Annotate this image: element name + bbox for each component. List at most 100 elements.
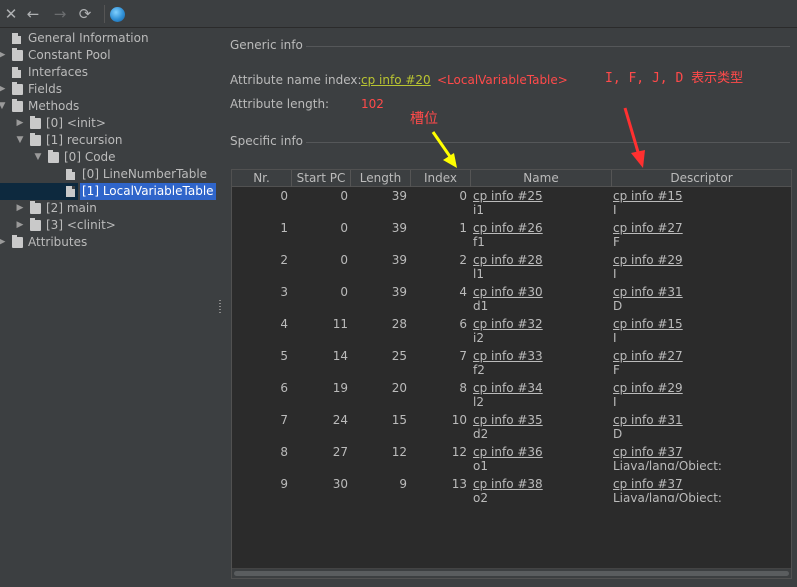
cell-start: 30 xyxy=(332,477,348,491)
cell-start: 14 xyxy=(332,349,348,363)
column-header-index[interactable]: Index xyxy=(411,170,471,187)
cell-index: 4 xyxy=(459,285,467,299)
refresh-icon[interactable]: ⟳ xyxy=(76,5,94,23)
tree-item[interactable]: ▶ [0] <init> xyxy=(0,115,218,132)
generic-info-title: Generic info xyxy=(230,38,303,52)
cell-index: 10 xyxy=(451,413,467,427)
descriptor-cp-link[interactable]: cp info #27 xyxy=(613,220,683,236)
name-cp-link[interactable]: cp info #32 xyxy=(473,316,543,332)
folder-icon xyxy=(12,99,23,112)
tree-item-label: [2] main xyxy=(46,201,97,215)
name-cp-link[interactable]: cp info #36 xyxy=(473,444,543,460)
local-variable-table: Nr. Start PC Length Index Name Descripto… xyxy=(231,169,792,579)
descriptor-cp-link[interactable]: cp info #15 xyxy=(613,188,683,204)
table-header: Nr. Start PC Length Index Name Descripto… xyxy=(232,170,791,187)
expand-right-icon[interactable]: ▶ xyxy=(0,234,7,251)
column-header-start-pc[interactable]: Start PC xyxy=(292,170,351,187)
attribute-name-value: <LocalVariableTable> xyxy=(437,73,568,87)
name-cp-link[interactable]: cp info #38 xyxy=(473,476,543,492)
types-arrow xyxy=(623,107,645,168)
tree-item[interactable]: ▶ Constant Pool xyxy=(0,47,218,64)
descriptor-cp-link[interactable]: cp info #15 xyxy=(613,316,683,332)
cell-index: 6 xyxy=(459,317,467,331)
cell-length: 28 xyxy=(391,317,407,331)
tree-item-label: [1] recursion xyxy=(46,133,123,147)
name-value: d1 xyxy=(473,300,489,310)
attribute-name-index-link[interactable]: cp info #20 xyxy=(361,73,431,87)
cell-length: 25 xyxy=(391,349,407,363)
slot-arrow xyxy=(431,131,457,168)
tree-item[interactable]: ▼ Methods xyxy=(0,98,218,115)
expand-right-icon[interactable]: ▶ xyxy=(15,115,25,132)
expand-down-icon[interactable]: ▼ xyxy=(15,132,25,149)
expand-right-icon[interactable]: ▶ xyxy=(15,217,25,234)
descriptor-cp-link[interactable]: cp info #31 xyxy=(613,412,683,428)
expand-down-icon[interactable]: ▼ xyxy=(0,98,7,115)
tree-item[interactable]: Interfaces xyxy=(0,64,218,81)
tree-item[interactable]: [0] LineNumberTable xyxy=(0,166,218,183)
name-cp-link[interactable]: cp info #30 xyxy=(473,284,543,300)
name-cp-link[interactable]: cp info #34 xyxy=(473,380,543,396)
cell-nr: 8 xyxy=(280,445,288,459)
file-icon xyxy=(66,186,75,197)
tree-item[interactable]: ▶ [3] <clinit> xyxy=(0,217,218,234)
scrollbar-thumb[interactable] xyxy=(234,571,789,576)
descriptor-cp-link[interactable]: cp info #29 xyxy=(613,252,683,268)
cell-index: 2 xyxy=(459,253,467,267)
folder-icon xyxy=(12,235,23,248)
forward-arrow-icon[interactable]: → xyxy=(51,5,69,23)
cell-nr: 9 xyxy=(280,477,288,491)
expand-right-icon[interactable]: ▶ xyxy=(0,81,7,98)
tree-item[interactable]: ▶ Fields xyxy=(0,81,218,98)
name-cp-link[interactable]: cp info #25 xyxy=(473,188,543,204)
descriptor-cp-link[interactable]: cp info #37 xyxy=(613,444,683,460)
name-cp-link[interactable]: cp info #26 xyxy=(473,220,543,236)
descriptor-value: J xyxy=(613,396,617,406)
attribute-length-value: 102 xyxy=(361,97,384,111)
descriptor-value: Ljava/lang/Object; xyxy=(613,492,722,502)
column-header-descriptor[interactable]: Descriptor xyxy=(612,170,791,187)
tree-item[interactable]: ▶ Attributes xyxy=(0,234,218,251)
tree-item[interactable]: ▼ [1] recursion xyxy=(0,132,218,149)
cell-start: 0 xyxy=(340,221,348,235)
expand-right-icon[interactable]: ▶ xyxy=(0,47,7,64)
tree-item[interactable]: ▶ [2] main xyxy=(0,200,218,217)
folder-icon xyxy=(12,48,23,61)
column-header-name[interactable]: Name xyxy=(471,170,612,187)
close-icon[interactable]: ✕ xyxy=(2,5,20,23)
name-cp-link[interactable]: cp info #35 xyxy=(473,412,543,428)
name-cp-link[interactable]: cp info #28 xyxy=(473,252,543,268)
name-value: l2 xyxy=(473,396,484,406)
folder-icon xyxy=(48,150,59,163)
file-icon xyxy=(12,33,21,44)
descriptor-cp-link[interactable]: cp info #29 xyxy=(613,380,683,396)
attribute-length-label: Attribute length: xyxy=(230,97,330,111)
divider xyxy=(306,142,790,143)
back-arrow-icon[interactable]: ← xyxy=(24,5,42,23)
name-value: f2 xyxy=(473,364,485,374)
tree-item[interactable]: ▼ [0] Code xyxy=(0,149,218,166)
globe-icon[interactable] xyxy=(110,7,125,22)
splitter-grip-icon[interactable] xyxy=(219,300,221,314)
cell-length: 39 xyxy=(391,285,407,299)
cell-index: 1 xyxy=(459,221,467,235)
cell-start: 19 xyxy=(332,381,348,395)
cell-nr: 1 xyxy=(280,221,288,235)
column-header-nr[interactable]: Nr. xyxy=(232,170,292,187)
expand-down-icon[interactable]: ▼ xyxy=(33,149,43,166)
descriptor-cp-link[interactable]: cp info #31 xyxy=(613,284,683,300)
descriptor-cp-link[interactable]: cp info #27 xyxy=(613,348,683,364)
descriptor-cp-link[interactable]: cp info #37 xyxy=(613,476,683,492)
cell-index: 12 xyxy=(451,445,467,459)
horizontal-scrollbar[interactable] xyxy=(232,568,791,578)
name-cp-link[interactable]: cp info #33 xyxy=(473,348,543,364)
toolbar: ✕ ← → ⟳ xyxy=(0,0,797,28)
tree-item[interactable]: General Information xyxy=(0,30,218,47)
descriptor-value: D xyxy=(613,300,623,310)
cell-nr: 0 xyxy=(280,189,288,203)
cell-nr: 4 xyxy=(280,317,288,331)
tree-item[interactable]: [1] LocalVariableTable xyxy=(0,183,218,200)
expand-right-icon[interactable]: ▶ xyxy=(15,200,25,217)
column-header-length[interactable]: Length xyxy=(351,170,411,187)
cell-length: 9 xyxy=(399,477,407,491)
